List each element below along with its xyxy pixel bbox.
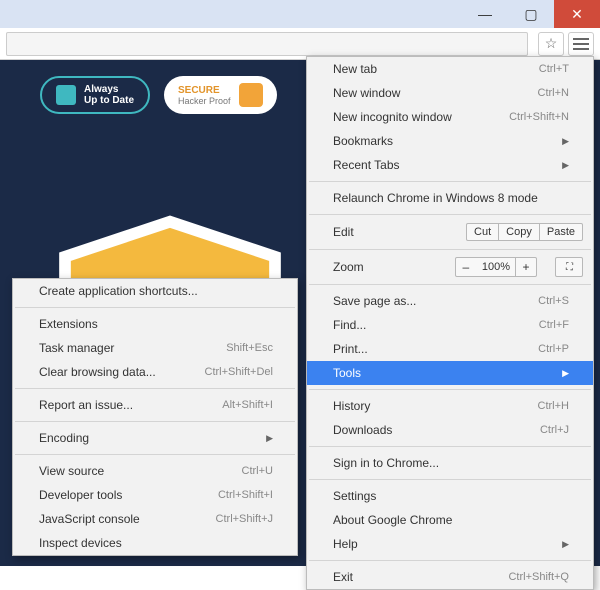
menu-print[interactable]: Print...Ctrl+P [307,337,593,361]
fullscreen-button[interactable]: ⛶ [555,257,583,277]
chevron-right-icon: ▶ [550,368,569,379]
separator [309,560,591,561]
window-minimize-button[interactable]: — [462,0,508,28]
menu-help[interactable]: Help▶ [307,532,593,556]
chevron-right-icon: ▶ [254,433,273,444]
submenu-view-source[interactable]: View sourceCtrl+U [13,459,297,483]
submenu-inspect-devices[interactable]: Inspect devices [13,531,297,555]
window-maximize-button[interactable]: ▢ [508,0,554,28]
menu-about[interactable]: About Google Chrome [307,508,593,532]
menu-save-page[interactable]: Save page as...Ctrl+S [307,289,593,313]
calendar-icon [56,85,76,105]
zoom-out-button[interactable]: – [455,257,477,277]
menu-downloads[interactable]: DownloadsCtrl+J [307,418,593,442]
submenu-js-console[interactable]: JavaScript consoleCtrl+Shift+J [13,507,297,531]
chevron-right-icon: ▶ [550,160,569,171]
hamburger-icon [573,38,589,50]
menu-exit[interactable]: ExitCtrl+Shift+Q [307,565,593,589]
window-titlebar: — ▢ ✕ [0,0,600,28]
chevron-right-icon: ▶ [550,539,569,550]
separator [309,284,591,285]
menu-recent-tabs[interactable]: Recent Tabs▶ [307,153,593,177]
chrome-main-menu: New tabCtrl+T New windowCtrl+N New incog… [306,56,594,590]
chevron-right-icon: ▶ [550,136,569,147]
submenu-extensions[interactable]: Extensions [13,312,297,336]
menu-history[interactable]: HistoryCtrl+H [307,394,593,418]
menu-find[interactable]: Find...Ctrl+F [307,313,593,337]
menu-new-window[interactable]: New windowCtrl+N [307,81,593,105]
menu-relaunch-win8[interactable]: Relaunch Chrome in Windows 8 mode [307,186,593,210]
separator [15,454,295,455]
edit-label: Edit [333,225,459,239]
submenu-task-manager[interactable]: Task managerShift+Esc [13,336,297,360]
badge1-line1: Always [84,84,118,95]
submenu-create-shortcuts[interactable]: Create application shortcuts... [13,279,297,303]
submenu-devtools[interactable]: Developer toolsCtrl+Shift+I [13,483,297,507]
separator [309,479,591,480]
menu-hamburger-button[interactable] [568,32,594,56]
submenu-encoding[interactable]: Encoding▶ [13,426,297,450]
url-bar[interactable] [6,32,528,56]
separator [309,181,591,182]
zoom-value: 100% [476,257,516,277]
submenu-report-issue[interactable]: Report an issue...Alt+Shift+I [13,393,297,417]
badge2-line2: Hacker Proof [178,96,231,106]
separator [309,249,591,250]
zoom-in-button[interactable]: + [515,257,537,277]
submenu-clear-data[interactable]: Clear browsing data...Ctrl+Shift+Del [13,360,297,384]
copy-button[interactable]: Copy [498,223,540,241]
always-uptodate-badge: AlwaysUp to Date [40,76,150,114]
window-close-button[interactable]: ✕ [554,0,600,28]
separator [15,307,295,308]
menu-settings[interactable]: Settings [307,484,593,508]
zoom-label: Zoom [333,260,446,274]
menu-zoom-row: Zoom – 100% + ⛶ [307,254,593,280]
separator [309,214,591,215]
menu-edit-row: Edit Cut Copy Paste [307,219,593,245]
separator [15,388,295,389]
lock-icon [239,83,263,107]
paste-button[interactable]: Paste [539,223,583,241]
tools-submenu: Create application shortcuts... Extensio… [12,278,298,556]
menu-incognito[interactable]: New incognito windowCtrl+Shift+N [307,105,593,129]
cut-button[interactable]: Cut [466,223,499,241]
secure-badge: SECUREHacker Proof [164,76,277,114]
badge2-line1: SECURE [178,85,220,96]
menu-tools[interactable]: Tools▶ [307,361,593,385]
menu-signin[interactable]: Sign in to Chrome... [307,451,593,475]
menu-new-tab[interactable]: New tabCtrl+T [307,57,593,81]
separator [15,421,295,422]
menu-bookmarks[interactable]: Bookmarks▶ [307,129,593,153]
separator [309,446,591,447]
bookmark-star-button[interactable]: ☆ [538,32,564,56]
badge1-line2: Up to Date [84,95,134,106]
separator [309,389,591,390]
